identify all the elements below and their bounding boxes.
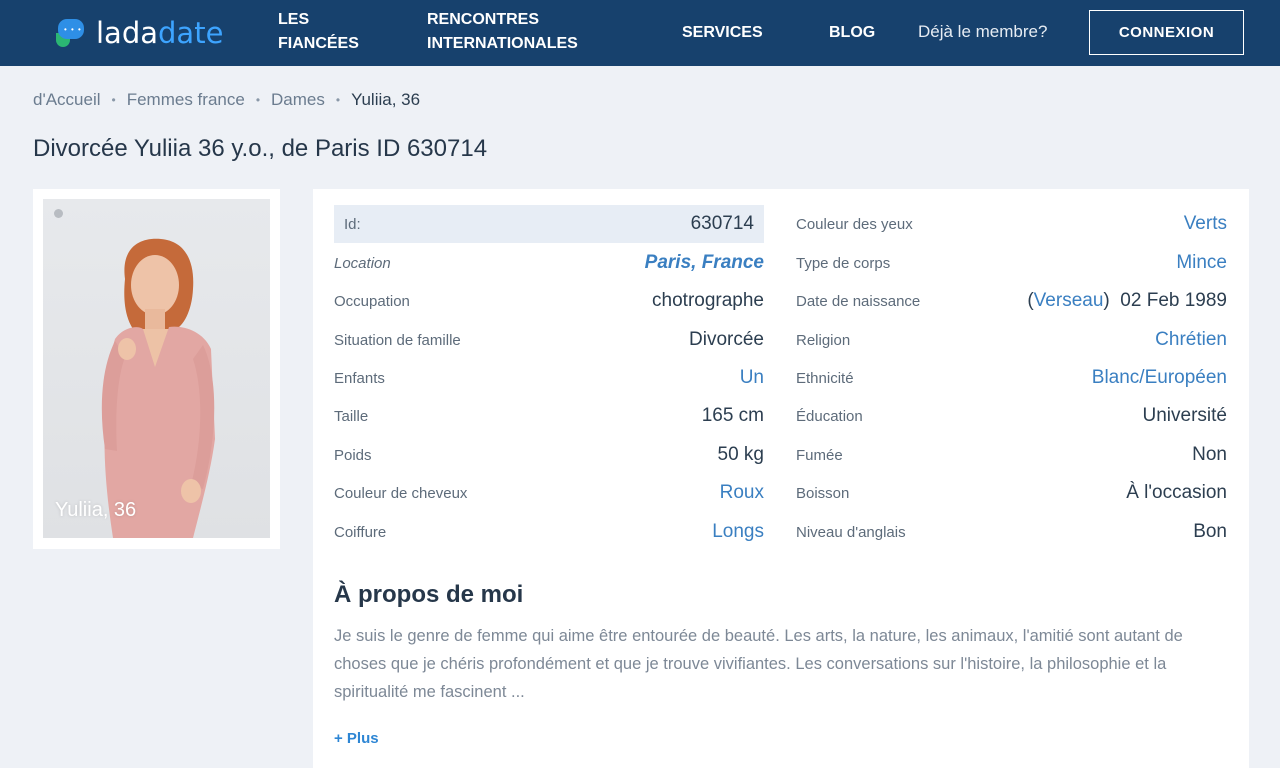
children-link[interactable]: Un	[740, 367, 764, 389]
photo-caption: Yuliia, 36	[55, 499, 137, 521]
nav-blog[interactable]: BLOG	[829, 21, 875, 45]
detail-value: 630714	[690, 213, 754, 234]
detail-label: Situation de famille	[334, 331, 461, 349]
ethnicity-link[interactable]: Blanc/Européen	[1092, 367, 1227, 389]
nav-fiancees[interactable]: LES FIANCÉES	[278, 8, 388, 56]
detail-label: Type de corps	[796, 254, 891, 272]
detail-row-height: Taille 165 cm	[334, 397, 764, 435]
religion-link[interactable]: Chrétien	[1155, 329, 1227, 351]
breadcrumb-current: Yuliia, 36	[351, 90, 421, 109]
detail-label: Fumée	[796, 446, 843, 464]
breadcrumb-home[interactable]: d'Accueil	[33, 90, 101, 110]
about-text: Je suis le genre de femme qui aime être …	[334, 627, 1183, 701]
logo-text-date: date	[158, 16, 224, 50]
show-more-link[interactable]: + Plus	[334, 730, 379, 747]
about-title: À propos de moi	[334, 581, 524, 608]
detail-row-id: Id: 630714	[334, 205, 764, 243]
detail-label: Enfants	[334, 369, 385, 387]
detail-label: Éducation	[796, 407, 863, 425]
breadcrumb-separator: •	[255, 93, 261, 107]
detail-row-eye-color: Couleur des yeux Verts	[796, 205, 1227, 243]
profile-photo-illustration	[101, 238, 215, 538]
detail-value: Université	[1142, 405, 1227, 426]
login-button[interactable]: CONNEXION	[1089, 10, 1244, 55]
breadcrumb-femmes-france[interactable]: Femmes france	[127, 90, 245, 110]
detail-label: Boisson	[796, 484, 850, 502]
detail-row-smoking: Fumée Non	[796, 436, 1227, 474]
breadcrumb-dames[interactable]: Dames	[271, 90, 325, 110]
detail-row-english-level: Niveau d'anglais Bon	[796, 513, 1227, 551]
detail-row-weight: Poids 50 kg	[334, 436, 764, 474]
detail-label: Occupation	[334, 292, 410, 310]
page-title: Divorcée Yuliia 36 y.o., de Paris ID 630…	[33, 135, 488, 162]
breadcrumb: d'Accueil • Femmes france • Dames • Yuli…	[33, 90, 420, 110]
breadcrumb-separator: •	[335, 93, 341, 107]
eye-color-link[interactable]: Verts	[1184, 213, 1227, 235]
hairstyle-link[interactable]: Longs	[712, 521, 764, 543]
nav-international[interactable]: RENCONTRES INTERNATIONALES	[427, 8, 627, 56]
detail-label: Couleur des yeux	[796, 215, 913, 233]
detail-row-body-type: Type de corps Mince	[796, 244, 1227, 282]
detail-row-religion: Religion Chrétien	[796, 321, 1227, 359]
location-link[interactable]: Paris, France	[645, 252, 764, 274]
detail-row-drinking: Boisson À l'occasion	[796, 474, 1227, 512]
detail-value: 50 kg	[717, 444, 764, 465]
detail-value: 165 cm	[701, 405, 764, 426]
logo-text-lada: lada	[96, 16, 159, 50]
nav-services[interactable]: SERVICES	[682, 21, 763, 45]
profile-photo[interactable]: Yuliia, 36	[43, 199, 270, 538]
chat-bubble-icon: • • •	[56, 17, 88, 49]
hair-color-link[interactable]: Roux	[720, 482, 764, 504]
zodiac-link[interactable]: Verseau	[1034, 290, 1104, 311]
detail-row-children: Enfants Un	[334, 359, 764, 397]
detail-row-ethnicity: Ethnicité Blanc/Européen	[796, 359, 1227, 397]
detail-value: Divorcée	[689, 329, 764, 350]
detail-row-marital-status: Situation de famille Divorcée	[334, 321, 764, 359]
body-type-link[interactable]: Mince	[1176, 252, 1227, 274]
detail-label: Niveau d'anglais	[796, 523, 906, 541]
detail-label: Poids	[334, 446, 372, 464]
detail-label: Ethnicité	[796, 369, 854, 387]
photo-indicator-dot	[54, 209, 63, 218]
detail-row-occupation: Occupation chotrographe	[334, 282, 764, 320]
detail-row-location: Location Paris, France	[334, 244, 764, 282]
detail-label: Location	[334, 254, 391, 272]
detail-label: Id:	[344, 215, 361, 233]
detail-value: À l'occasion	[1126, 482, 1227, 503]
detail-value: Bon	[1193, 521, 1227, 542]
detail-row-education: Éducation Université	[796, 397, 1227, 435]
birth-date: 02 Feb 1989	[1120, 290, 1227, 311]
top-navbar: • • • ladadate LES FIANCÉES RENCONTRES I…	[0, 0, 1280, 66]
site-logo[interactable]: • • • ladadate	[56, 14, 223, 52]
member-text[interactable]: Déjà le membre?	[918, 22, 1047, 42]
detail-row-birth-date: Date de naissance (Verseau) 02 Feb 1989	[796, 282, 1227, 320]
detail-value: Non	[1192, 444, 1227, 465]
detail-label: Date de naissance	[796, 292, 921, 310]
profile-info-panel: Id: 630714 Location Paris, France Occupa…	[313, 189, 1249, 768]
detail-row-hair-color: Couleur de cheveux Roux	[334, 474, 764, 512]
detail-label: Couleur de cheveux	[334, 484, 468, 502]
detail-label: Religion	[796, 331, 851, 349]
detail-label: Taille	[334, 407, 369, 425]
detail-value: chotrographe	[652, 290, 764, 311]
detail-row-hairstyle: Coiffure Longs	[334, 513, 764, 551]
detail-label: Coiffure	[334, 523, 387, 541]
profile-photo-card: Yuliia, 36	[33, 189, 280, 549]
birth-date-value: (Verseau) 02 Feb 1989	[1027, 290, 1227, 311]
breadcrumb-separator: •	[111, 93, 116, 107]
